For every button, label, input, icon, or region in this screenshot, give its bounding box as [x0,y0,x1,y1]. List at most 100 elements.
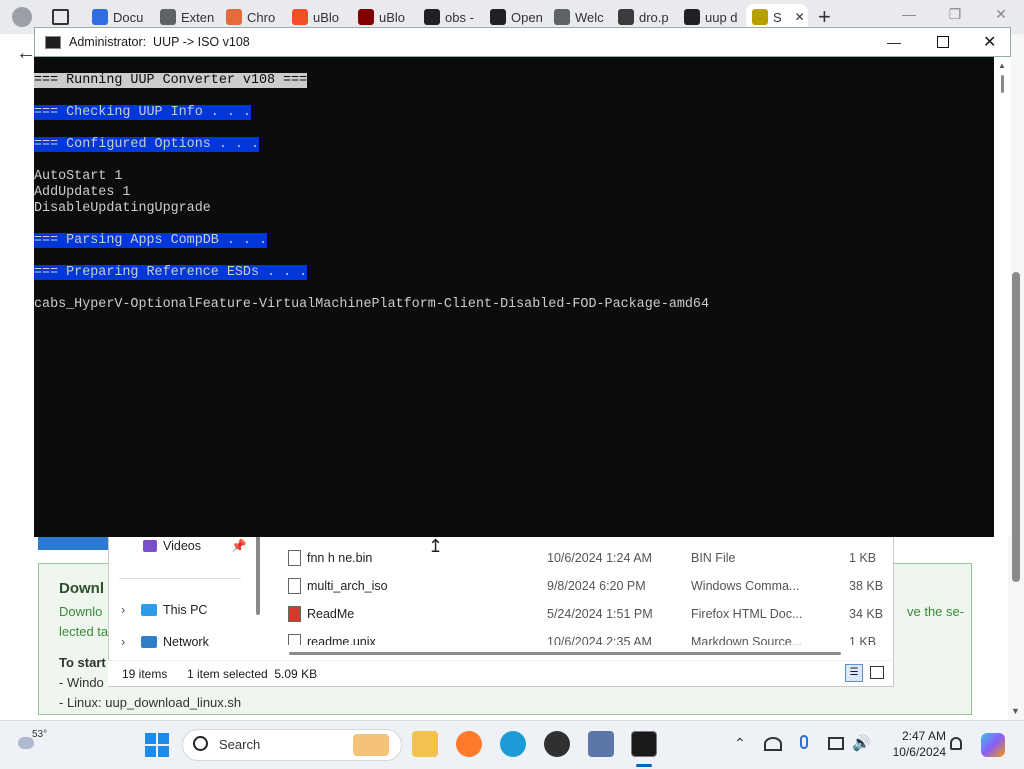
close-tab-icon[interactable]: ✕ [795,10,805,24]
linux-line: - Linux: uup_download_linux.sh [59,695,242,710]
minimize-browser-button[interactable]: — [894,6,924,22]
console-line-text: DisableUpdatingUpgrade [34,201,211,216]
file-name: multi_arch_iso [307,579,388,593]
console-line: === Preparing Reference ESDs . . . [34,265,308,281]
console-close-button[interactable]: ✕ [983,32,996,52]
console-minimize-button[interactable]: — [887,34,901,50]
back-arrow-icon[interactable]: ← [16,42,36,65]
terminal-taskbar-icon[interactable] [631,731,657,757]
console-line: DisableUpdatingUpgrade [34,201,211,217]
browser-tab-label: Open [511,9,543,25]
file-size: 1 KB [849,635,877,645]
scroll-down-arrow-icon[interactable]: ▼ [1011,706,1020,716]
network-off-icon[interactable] [764,737,782,751]
browser-scroll-thumb[interactable] [1012,272,1020,582]
clock[interactable]: 2:47 AM 10/6/2024 [880,729,946,759]
weather-widget[interactable]: 53° [18,729,58,761]
console-scrollbar[interactable]: ▲ [994,57,1011,537]
file-type: Markdown Source... [691,635,803,645]
html-file-icon [288,606,301,622]
download-text-2: lected ta [59,624,109,639]
copilot-icon[interactable] [981,733,1005,757]
console-line-text: === Parsing Apps CompDB . . . [34,233,268,248]
search-placeholder: Search [219,737,261,752]
file-row[interactable]: readme.unix 10/6/2024 2:35 AM Markdown Sou… [109,629,893,645]
file-size: 1 KB [849,551,877,565]
search-icon [424,9,440,25]
file-row[interactable]: multi_arch_iso 9/8/2024 6:20 PM Windows Co… [109,573,893,599]
console-line: === Running UUP Converter v108 === [34,73,308,89]
browser-tab-label: obs - [445,9,474,25]
console-title-bar[interactable]: Administrator: UUP -> ISO v108 — ✕ [34,27,1011,57]
profile-avatar[interactable] [12,7,32,27]
console-line-text: === Configured Options . . . [34,137,259,152]
edge-taskbar-icon[interactable] [500,731,526,757]
console-line: === Configured Options . . . [34,137,259,153]
console-title: Administrator: UUP -> ISO v108 [69,35,250,49]
console-maximize-button[interactable] [937,36,949,48]
browser-tab-label: uBlo [313,9,340,25]
bin-file-icon [288,550,301,566]
console-line: === Parsing Apps CompDB . . . [34,233,268,249]
console-scroll-thumb[interactable] [1001,75,1004,93]
chevron-up-icon[interactable]: ⌃ [734,735,746,752]
weather-temperature: 53° [32,729,48,740]
browser-tab-label: dro.p [639,9,669,25]
puzzle-icon [160,9,176,25]
console-line-text: cabs_HyperV-OptionalFeature-VirtualMachi… [34,297,709,312]
file-type: Firefox HTML Doc... [691,607,803,621]
volume-icon[interactable]: 🔊 [852,734,871,752]
taskbar-search-box[interactable]: Search [182,729,402,761]
file-date: 10/6/2024 1:24 AM [547,551,652,565]
console-line: AddUpdates 1 [34,185,130,201]
file-name: fnn h ne.bin [307,551,373,565]
microphone-icon[interactable] [800,735,808,749]
file-explorer-taskbar-icon[interactable] [412,731,438,757]
ublock-icon [358,9,374,25]
search-icon [193,736,208,751]
rainbow-icon [226,9,242,25]
notification-bell-icon[interactable] [950,737,962,750]
file-list-hscroll[interactable] [289,652,841,655]
download-right-text: ve the se- [907,604,965,619]
file-date: 5/24/2024 1:51 PM [547,607,653,621]
markdown-file-icon [288,634,301,645]
windows-logo-icon [292,9,308,25]
explorer-status-bar: 19 items 1 item selected 5.09 KB ☰ [108,660,892,686]
page-blue-button[interactable] [38,536,110,550]
active-app-indicator [636,764,652,767]
details-view-icon[interactable]: ☰ [845,664,863,682]
clock-date: 10/6/2024 [892,745,946,759]
taskbar: 53° Search ⌃ 🔊 2:47 AM 10/6/2024 [0,720,1024,769]
uup-icon [752,9,768,25]
tab-actions-button[interactable] [52,9,69,25]
console-icon [45,35,61,49]
display-icon[interactable] [828,737,844,750]
download-heading: Downl [59,580,104,597]
mouse-cursor-icon: ↥ [428,536,444,556]
page-icon [554,9,570,25]
close-browser-button[interactable]: ✕ [986,6,1016,23]
console-output[interactable]: === Running UUP Converter v108 === === Ch… [34,57,994,537]
search-highlight-icon [353,734,389,756]
restore-browser-button[interactable]: ❐ [940,6,970,23]
file-row[interactable]: fnn h ne.bin 10/6/2024 1:24 AM BIN File 1 K… [109,545,893,571]
tiles-view-icon[interactable] [870,666,884,679]
windows-logo-icon [145,733,156,744]
selection-info: 1 item selected 5.09 KB [187,667,318,681]
console-line-text: AutoStart 1 [34,169,123,184]
file-type: Windows Comma... [691,579,800,593]
console-line-text: === Preparing Reference ESDs . . . [34,265,308,280]
console-line-text: === Checking UUP Info . . . [34,105,251,120]
file-name: readme.unix [307,635,376,645]
console-line: === Checking UUP Info . . . [34,105,251,121]
browser-tab-label: uBlo [379,9,406,25]
file-row[interactable]: ReadMe 5/24/2024 1:51 PM Firefox HTML Doc.… [109,601,893,627]
browser-tab-label: Docu [113,9,144,25]
start-button[interactable] [145,733,169,757]
obs-taskbar-icon[interactable] [544,731,570,757]
remote-desktop-taskbar-icon[interactable] [588,731,614,757]
file-size: 34 KB [849,607,884,621]
scroll-up-arrow-icon[interactable]: ▲ [998,61,1006,70]
firefox-taskbar-icon[interactable] [456,731,482,757]
